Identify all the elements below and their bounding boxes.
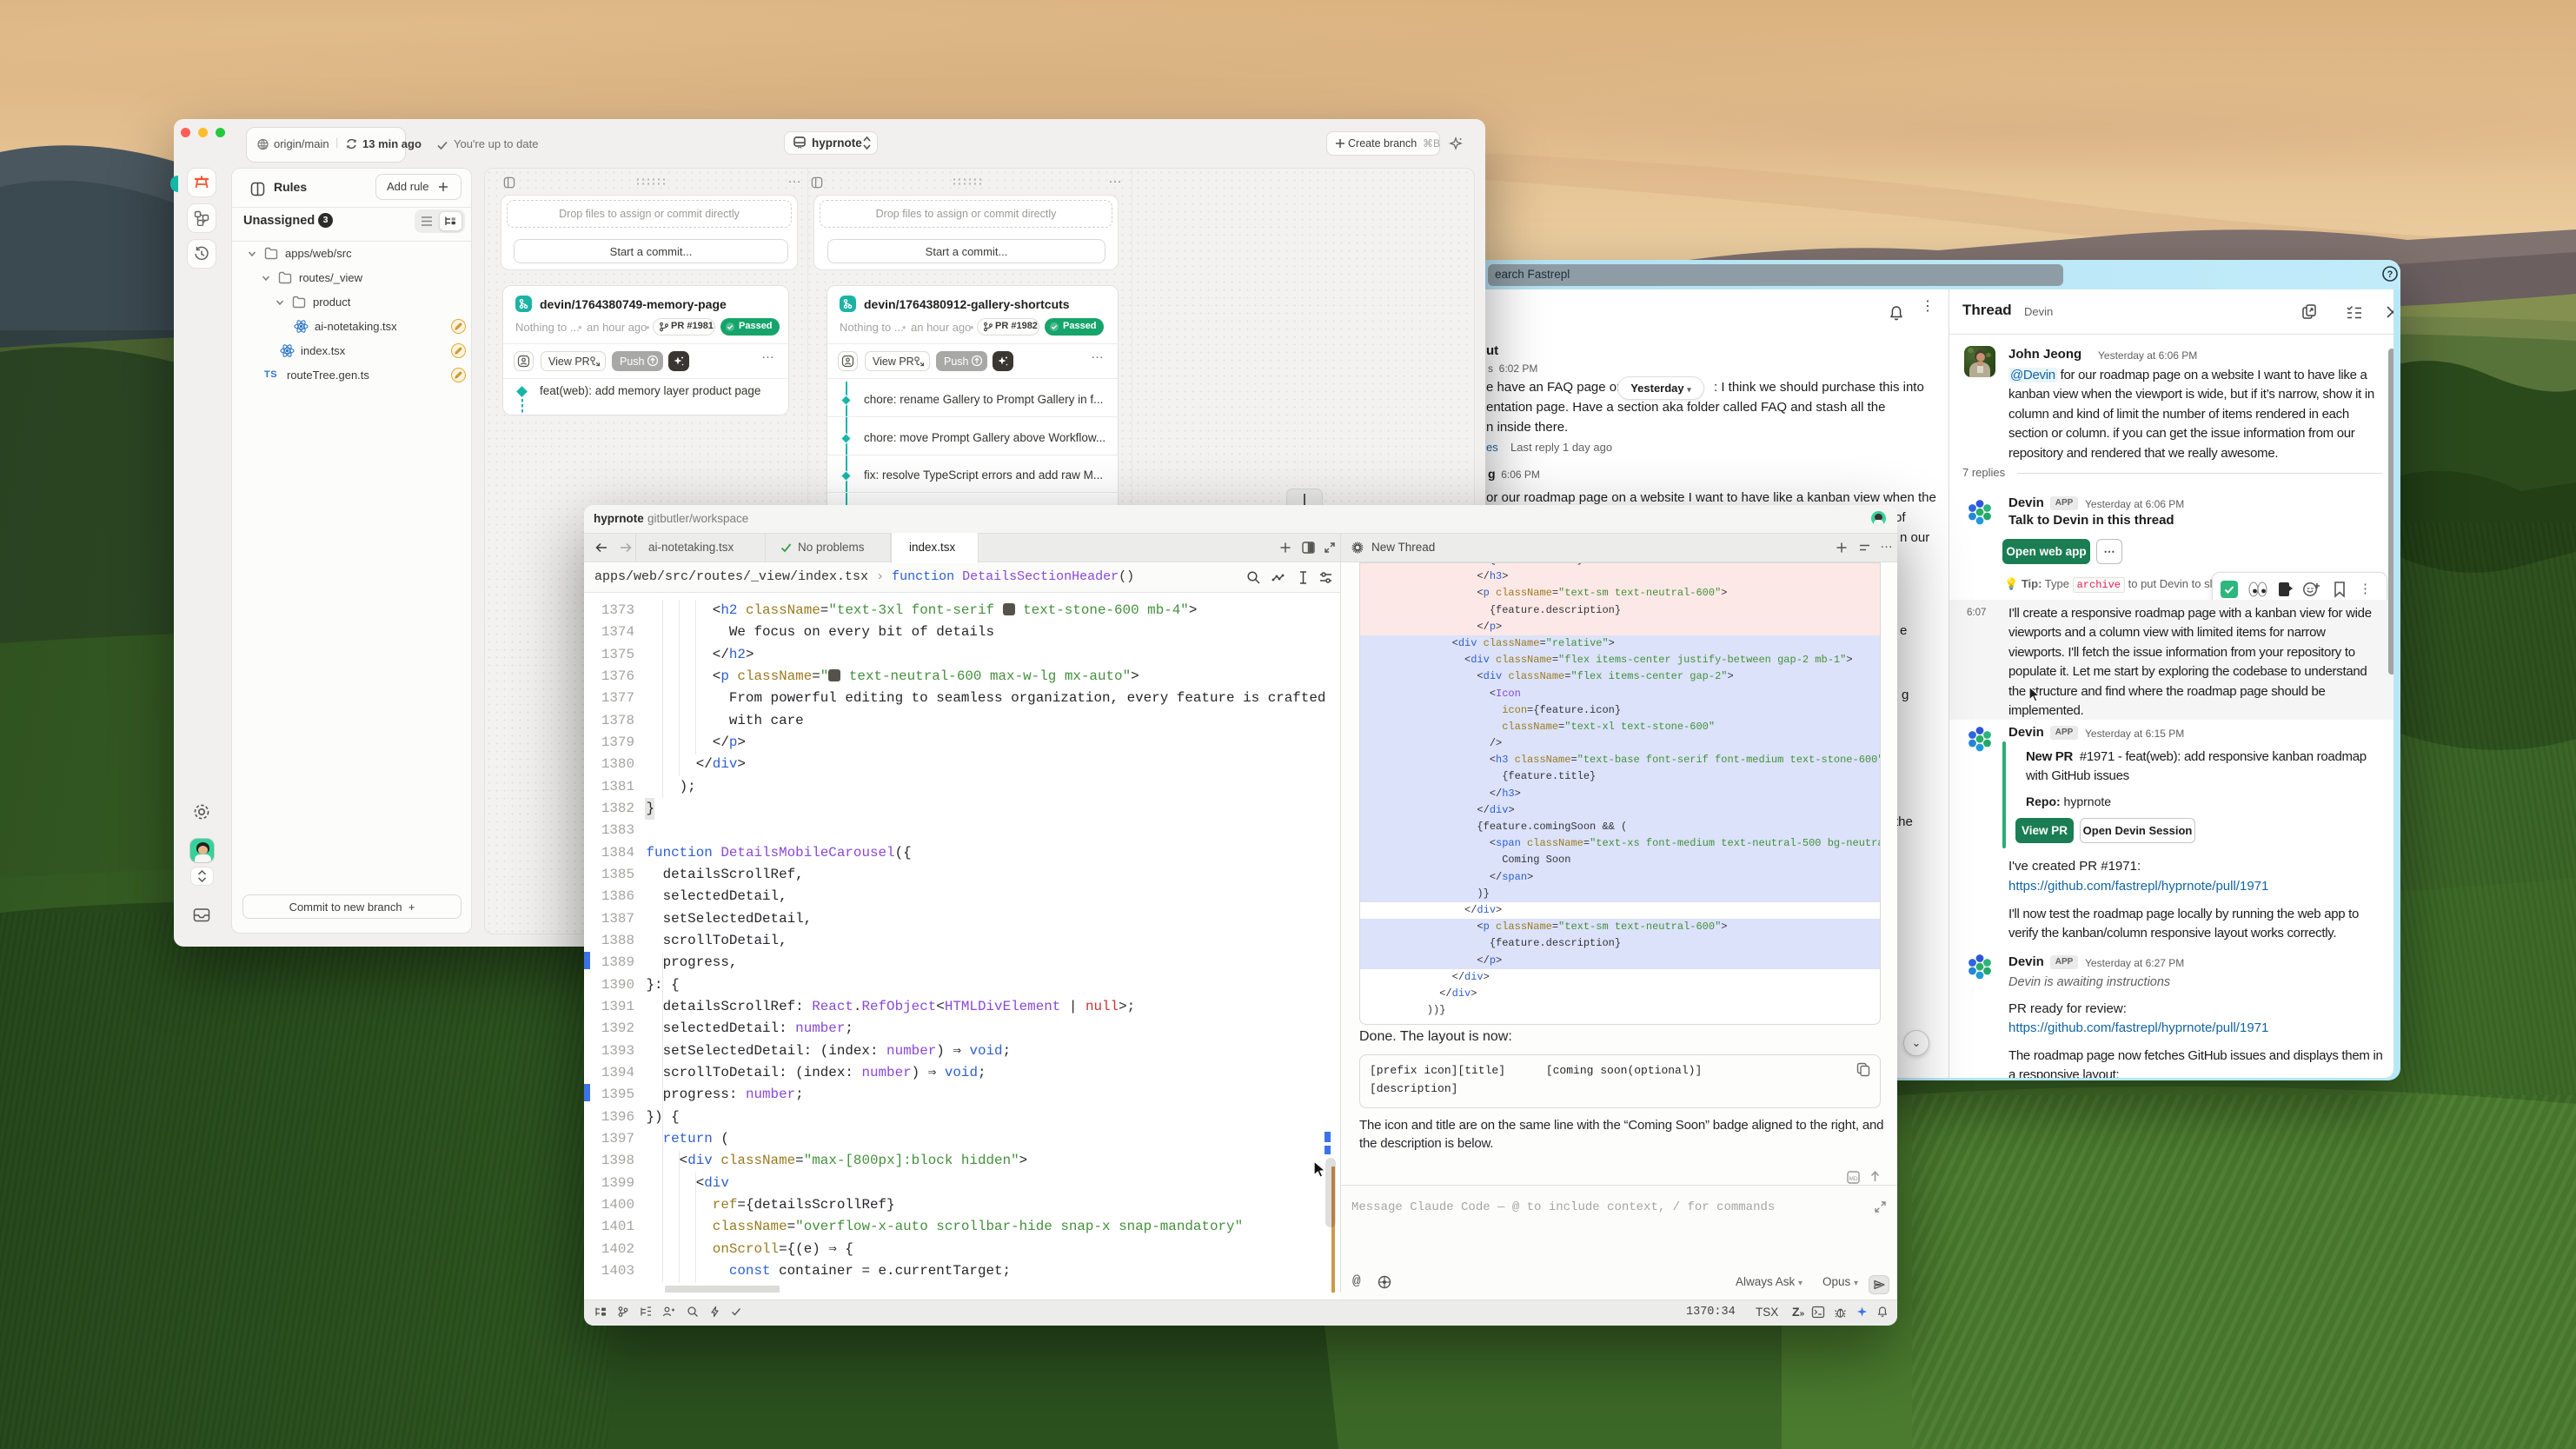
svg-text:MD: MD [1849, 1176, 1857, 1182]
svg-text:?: ? [2387, 269, 2393, 280]
